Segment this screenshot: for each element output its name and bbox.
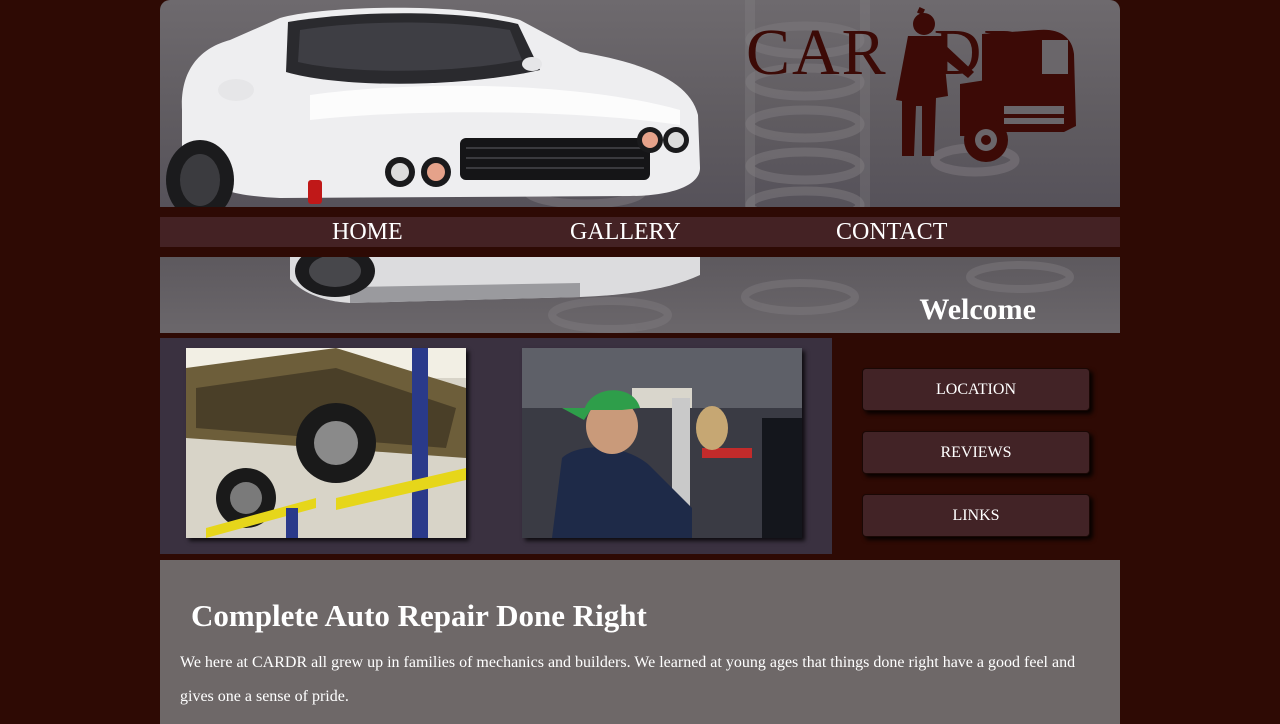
main-navigation: HOME GALLERY CONTACT [160,217,1120,247]
welcome-heading: Welcome [919,293,1036,326]
nav-contact[interactable]: CONTACT [836,217,947,247]
location-button[interactable]: LOCATION [862,368,1090,411]
mechanic-image [522,348,802,538]
nav-home[interactable]: HOME [332,217,403,247]
page: CAR DR HOME GALLERY CONTACT Welcome LOCA… [160,0,1120,724]
photo-gallery-panel [160,338,832,554]
car-lift-image [186,348,466,538]
reviews-button[interactable]: REVIEWS [862,431,1090,474]
photo-car-on-lift[interactable] [186,348,466,538]
header-banner: CAR DR [160,0,1120,207]
welcome-banner: Welcome [160,257,1120,333]
brand-logo[interactable]: CAR DR [746,6,1116,166]
main-content: Complete Auto Repair Done Right We here … [160,560,1120,724]
photo-mechanic[interactable] [522,348,802,538]
links-button[interactable]: LINKS [862,494,1090,537]
mechanic-truck-icon [896,7,1076,162]
content-paragraph: We here at CARDR all grew up in families… [180,654,1076,705]
nav-gallery[interactable]: GALLERY [570,217,681,247]
car-image [166,7,700,207]
content-heading: Complete Auto Repair Done Right [191,598,647,633]
